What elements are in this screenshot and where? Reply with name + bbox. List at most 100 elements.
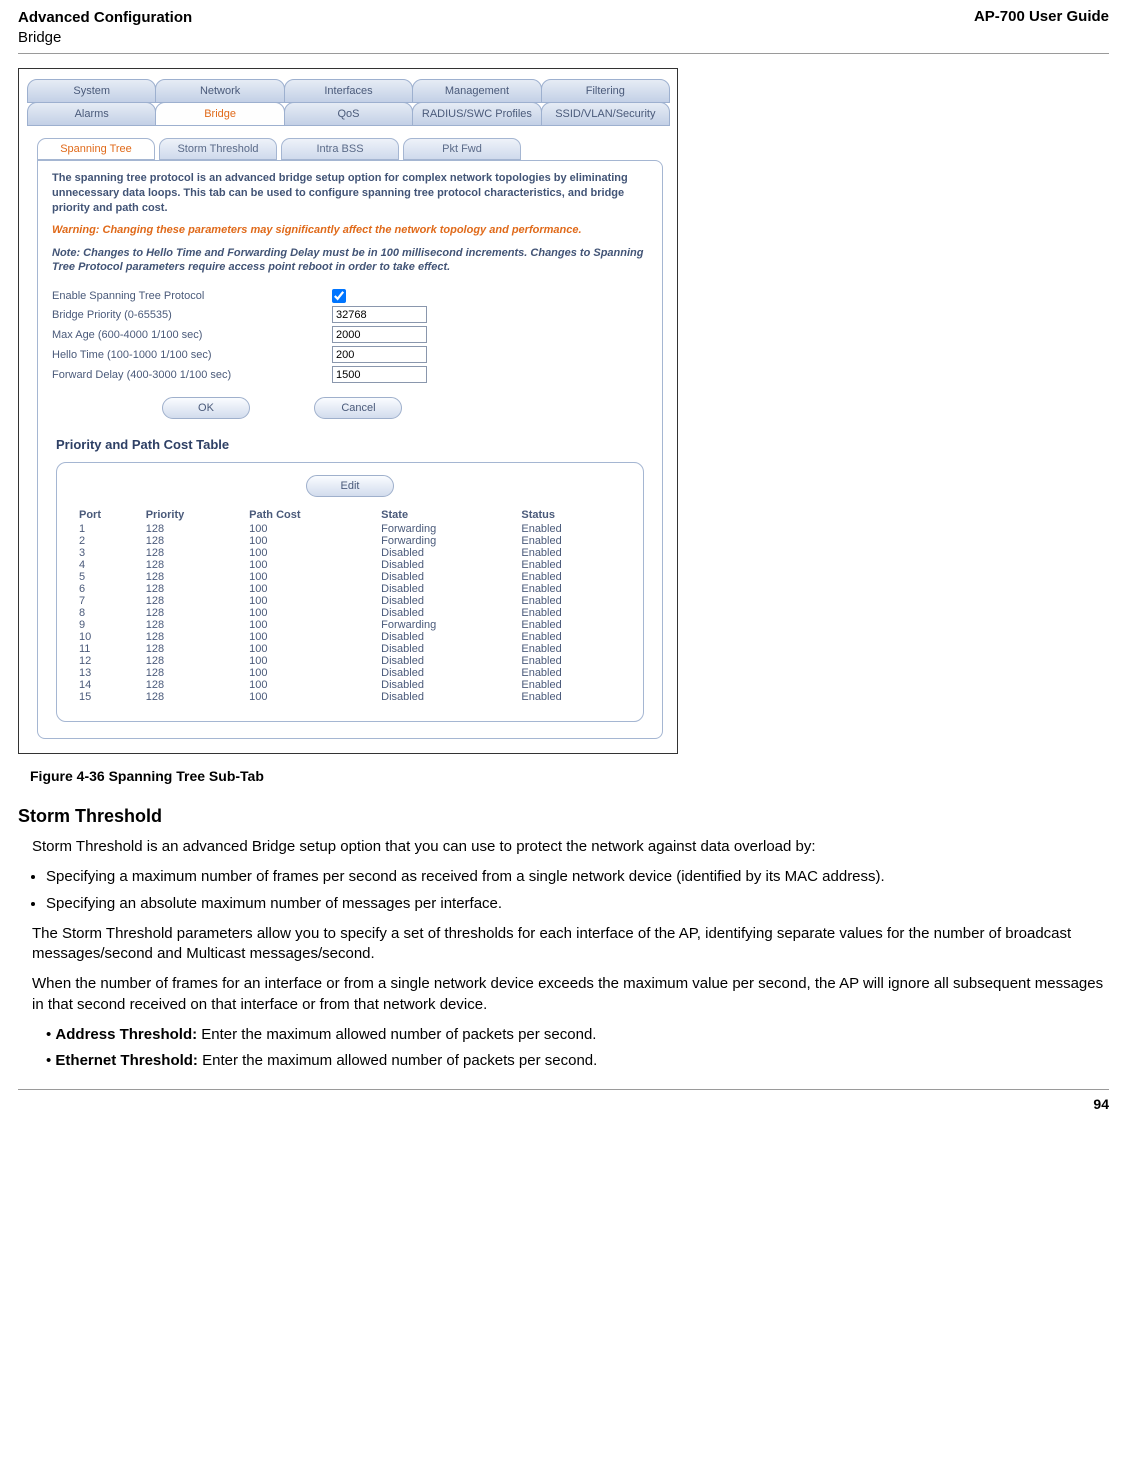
table-row: 7128100DisabledEnabled — [75, 595, 625, 607]
table-cell: Disabled — [377, 679, 517, 691]
hello-time-input[interactable] — [332, 346, 427, 363]
table-row: 4128100DisabledEnabled — [75, 559, 625, 571]
table-cell: 128 — [142, 691, 245, 703]
max-age-label: Max Age (600-4000 1/100 sec) — [52, 329, 332, 341]
table-row: 14128100DisabledEnabled — [75, 679, 625, 691]
table-row: 6128100DisabledEnabled — [75, 583, 625, 595]
max-age-input[interactable] — [332, 326, 427, 343]
table-cell: 100 — [245, 607, 377, 619]
edit-button-row: Edit — [75, 475, 625, 497]
enable-stp-checkbox[interactable] — [332, 289, 346, 303]
table-cell: Disabled — [377, 595, 517, 607]
top-tabs-row-2: Alarms Bridge QoS RADIUS/SWC Profiles SS… — [27, 102, 669, 126]
table-cell: Enabled — [517, 607, 625, 619]
table-cell: Enabled — [517, 583, 625, 595]
tab-network[interactable]: Network — [155, 79, 284, 103]
table-cell: 128 — [142, 523, 245, 535]
page-footer: 94 — [18, 1089, 1109, 1112]
table-cell: Enabled — [517, 631, 625, 643]
table-cell: 128 — [142, 667, 245, 679]
bridge-priority-label: Bridge Priority (0-65535) — [52, 309, 332, 321]
tab-filtering[interactable]: Filtering — [541, 79, 670, 103]
table-cell: 128 — [142, 571, 245, 583]
table-header-row: Port Priority Path Cost State Status — [75, 507, 625, 523]
table-row: 12128100DisabledEnabled — [75, 655, 625, 667]
table-row: 11128100DisabledEnabled — [75, 643, 625, 655]
tab-qos[interactable]: QoS — [284, 102, 413, 126]
table-cell: Enabled — [517, 619, 625, 631]
subtab-spanning-tree[interactable]: Spanning Tree — [37, 138, 155, 160]
table-cell: 100 — [245, 679, 377, 691]
table-cell: Disabled — [377, 583, 517, 595]
table-cell: Disabled — [377, 571, 517, 583]
ok-button[interactable]: OK — [162, 397, 250, 419]
table-cell: 7 — [75, 595, 142, 607]
col-port: Port — [75, 507, 142, 523]
table-cell: Forwarding — [377, 523, 517, 535]
table-cell: Forwarding — [377, 535, 517, 547]
table-cell: 11 — [75, 643, 142, 655]
header-title: Advanced Configuration — [18, 8, 192, 28]
row-max-age: Max Age (600-4000 1/100 sec) — [52, 326, 648, 343]
button-row: OK Cancel — [162, 397, 648, 419]
storm-p3: When the number of frames for an interfa… — [32, 974, 1109, 1015]
address-threshold-item: Address Threshold: Enter the maximum all… — [46, 1025, 1109, 1045]
col-priority: Priority — [142, 507, 245, 523]
subtab-storm-threshold[interactable]: Storm Threshold — [159, 138, 277, 160]
table-cell: Enabled — [517, 691, 625, 703]
header-left: Advanced Configuration Bridge — [18, 8, 192, 47]
subtab-intra-bss[interactable]: Intra BSS — [281, 138, 399, 160]
address-threshold-label: Address Threshold: — [55, 1026, 197, 1043]
table-cell: 100 — [245, 547, 377, 559]
page-header: Advanced Configuration Bridge AP-700 Use… — [18, 8, 1109, 54]
note-text: Note: Changes to Hello Time and Forwardi… — [52, 246, 648, 276]
table-cell: 13 — [75, 667, 142, 679]
table-row: 10128100DisabledEnabled — [75, 631, 625, 643]
bridge-priority-input[interactable] — [332, 306, 427, 323]
table-cell: 128 — [142, 619, 245, 631]
tab-bridge[interactable]: Bridge — [155, 102, 284, 126]
table-cell: 128 — [142, 655, 245, 667]
row-hello-time: Hello Time (100-1000 1/100 sec) — [52, 346, 648, 363]
table-cell: 128 — [142, 595, 245, 607]
tab-radius-swc-profiles[interactable]: RADIUS/SWC Profiles — [412, 102, 541, 126]
table-cell: 100 — [245, 559, 377, 571]
table-cell: 100 — [245, 667, 377, 679]
table-cell: Enabled — [517, 559, 625, 571]
col-state: State — [377, 507, 517, 523]
forward-delay-input[interactable] — [332, 366, 427, 383]
tab-alarms[interactable]: Alarms — [27, 102, 156, 126]
table-cell: 1 — [75, 523, 142, 535]
edit-button[interactable]: Edit — [306, 475, 394, 497]
cancel-button[interactable]: Cancel — [314, 397, 402, 419]
intro-text: The spanning tree protocol is an advance… — [52, 171, 648, 216]
tab-management[interactable]: Management — [412, 79, 541, 103]
table-cell: 100 — [245, 571, 377, 583]
warning-text: Warning: Changing these parameters may s… — [52, 224, 648, 236]
table-cell: Disabled — [377, 667, 517, 679]
path-cost-table: Port Priority Path Cost State Status 112… — [75, 507, 625, 703]
subtab-pkt-fwd[interactable]: Pkt Fwd — [403, 138, 521, 160]
table-row: 5128100DisabledEnabled — [75, 571, 625, 583]
table-cell: Disabled — [377, 547, 517, 559]
screenshot-frame: System Network Interfaces Management Fil… — [18, 68, 678, 754]
path-cost-table-wrap: Edit Port Priority Path Cost State Statu… — [56, 462, 644, 722]
tab-system[interactable]: System — [27, 79, 156, 103]
table-cell: 128 — [142, 631, 245, 643]
storm-bullet-list: Specifying a maximum number of frames pe… — [46, 867, 1109, 914]
spanning-tree-panel: The spanning tree protocol is an advance… — [37, 160, 663, 739]
table-cell: Disabled — [377, 691, 517, 703]
table-row: 15128100DisabledEnabled — [75, 691, 625, 703]
table-cell: Enabled — [517, 571, 625, 583]
table-cell: Enabled — [517, 547, 625, 559]
table-cell: 10 — [75, 631, 142, 643]
row-bridge-priority: Bridge Priority (0-65535) — [52, 306, 648, 323]
path-cost-table-title: Priority and Path Cost Table — [56, 437, 648, 452]
table-cell: 6 — [75, 583, 142, 595]
ethernet-threshold-item: Ethernet Threshold: Enter the maximum al… — [46, 1051, 1109, 1071]
table-row: 2128100ForwardingEnabled — [75, 535, 625, 547]
section-heading-storm-threshold: Storm Threshold — [18, 806, 1109, 827]
tab-interfaces[interactable]: Interfaces — [284, 79, 413, 103]
tab-ssid-vlan-security[interactable]: SSID/VLAN/Security — [541, 102, 670, 126]
ethernet-threshold-label: Ethernet Threshold: — [55, 1052, 198, 1069]
